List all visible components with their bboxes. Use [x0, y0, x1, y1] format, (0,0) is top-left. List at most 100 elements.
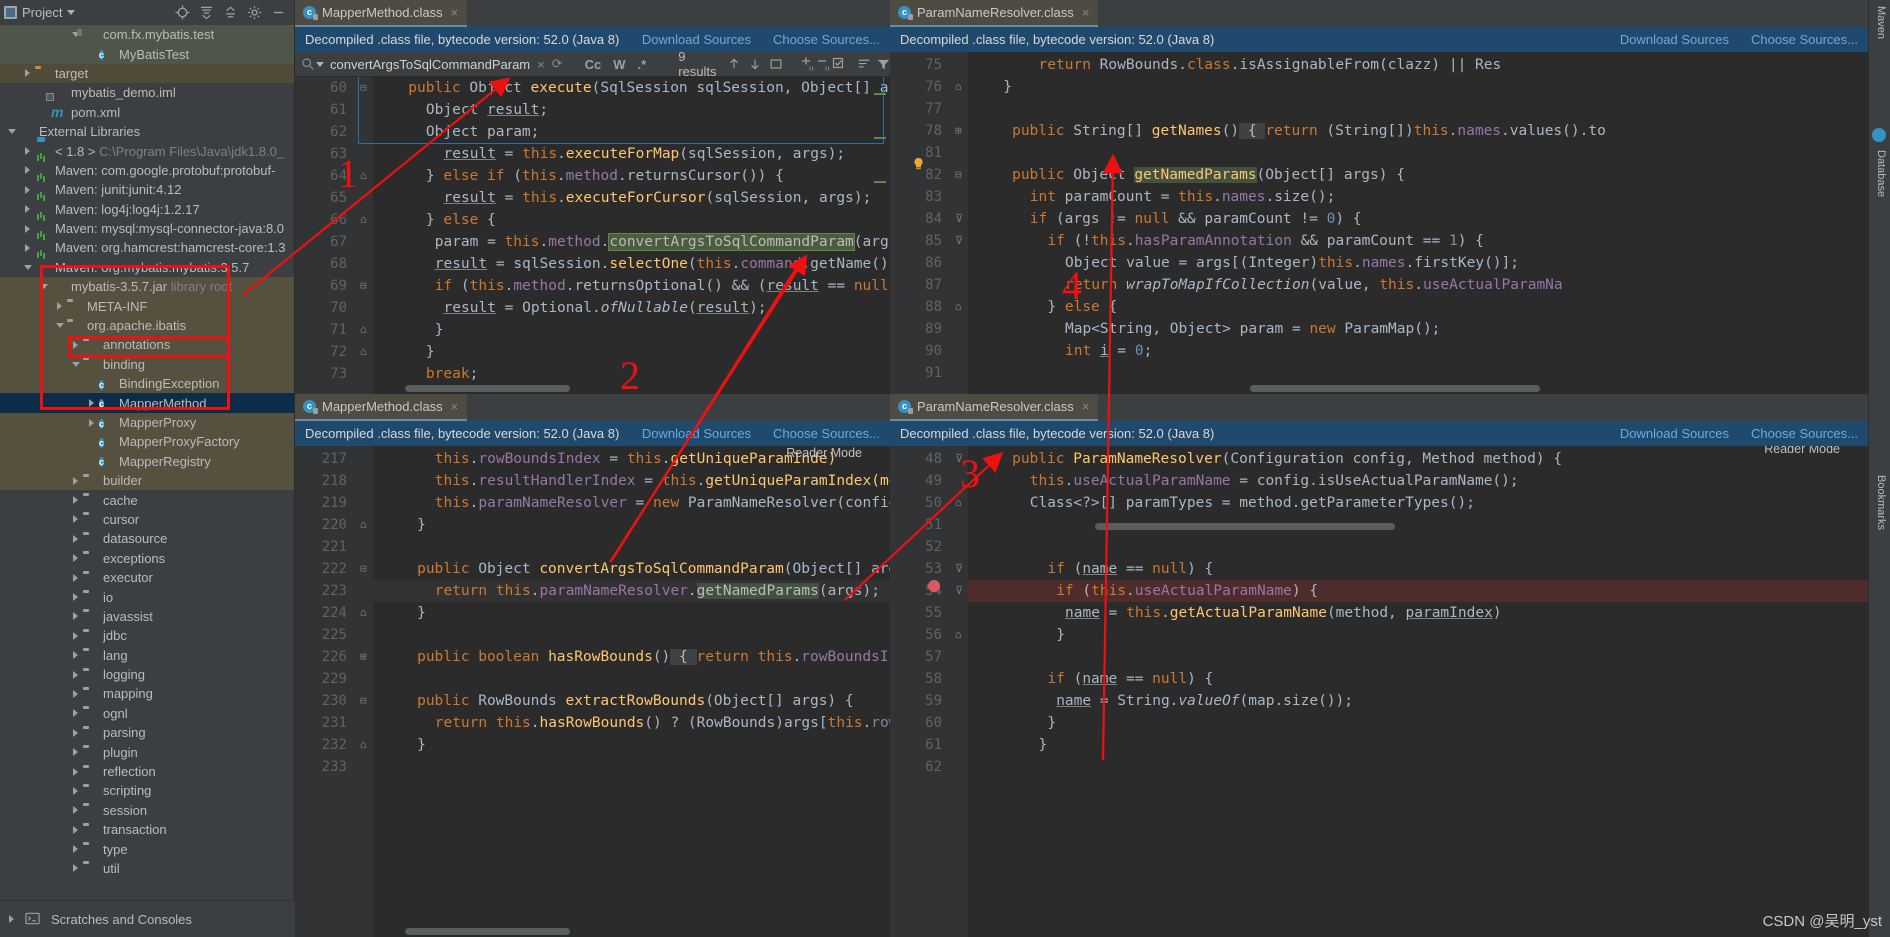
chevron-right-icon[interactable] [70, 747, 81, 758]
choose-sources-link[interactable]: Choose Sources... [1751, 32, 1858, 47]
code-bottom-left[interactable]: 217 218 219 220 221 222 223 224 225 226 229 230 231 2… [295, 446, 890, 937]
reader-mode-label[interactable]: Reader Mode [1764, 446, 1840, 456]
tree-item-reflection[interactable]: reflection [0, 762, 294, 781]
code-line[interactable]: } else { [426, 209, 496, 231]
code-line[interactable]: this.useActualParamName = config.isUseAc… [1030, 470, 1519, 492]
horizontal-scrollbar-bottom-left[interactable] [405, 928, 570, 935]
tree-item-maven-log4j-log4j-1-2-17[interactable]: Maven: log4j:log4j:1.2.17 [0, 200, 294, 219]
regex-toggle[interactable]: .* [638, 57, 647, 72]
close-icon[interactable]: × [1082, 399, 1090, 414]
tab-mapper-method-class-2[interactable]: c MapperMethod.class × [295, 394, 468, 421]
code-line[interactable]: } [1003, 76, 1012, 98]
download-sources-link[interactable]: Download Sources [642, 32, 751, 47]
fold-column-top-right[interactable]: ⌂ ⊞ ⊟ ⊽ ⊽ ⌂ [952, 52, 968, 394]
chevron-right-icon[interactable] [70, 727, 81, 738]
code-line[interactable]: result = this.executeForCursor(sqlSessio… [444, 187, 872, 209]
remove-line-icon[interactable] [815, 55, 831, 73]
code-line[interactable]: this.rowBoundsIndex = this.getUniquePara… [435, 448, 837, 470]
fold-marker-icon[interactable]: ⊟ [360, 562, 367, 575]
code-line[interactable]: Object value = args[(Integer)this.names.… [1065, 252, 1519, 274]
add-line-icon[interactable] [799, 55, 815, 73]
next-match-icon[interactable] [748, 55, 762, 73]
chevron-right-icon[interactable] [22, 223, 33, 234]
chevron-right-icon[interactable] [70, 630, 81, 641]
tree-item-transaction[interactable]: transaction [0, 820, 294, 839]
rail-maven-label[interactable]: Maven [1875, 6, 1887, 39]
tree-item-cursor[interactable]: cursor [0, 510, 294, 529]
fold-marker-icon[interactable]: ⊽ [955, 584, 963, 597]
fold-marker-icon[interactable]: ⌂ [955, 628, 962, 641]
fold-marker-icon[interactable]: ⌂ [360, 345, 367, 358]
code-line[interactable]: public Object convertArgsToSqlCommandPar… [417, 558, 890, 580]
tree-item-session[interactable]: session [0, 801, 294, 820]
rail-database-label[interactable]: Database [1875, 150, 1887, 197]
code-line[interactable]: param = this.method.convertArgsToSqlComm… [435, 231, 890, 253]
fold-marker-icon[interactable]: ⌂ [360, 518, 367, 531]
chevron-right-icon[interactable] [70, 805, 81, 816]
fold-marker-icon[interactable]: ⊽ [955, 234, 963, 247]
chevron-right-icon[interactable] [70, 669, 81, 680]
code-top-left[interactable]: 60 61 62 63 64 65 66 67 68 69 70 71 72 73 ⊟ ⌂ ⌂ ⊟ ⌂ ⌂ publ… [295, 77, 890, 394]
chevron-down-icon[interactable] [6, 126, 17, 137]
chevron-right-icon[interactable] [70, 785, 81, 796]
minimize-icon[interactable] [271, 5, 286, 20]
whole-words-toggle[interactable]: W [613, 57, 625, 72]
code-line[interactable]: name = String.valueOf(map.size()); [1056, 690, 1353, 712]
tree-item-io[interactable]: io [0, 587, 294, 606]
choose-sources-link[interactable]: Choose Sources... [1751, 426, 1858, 441]
chevron-right-icon[interactable] [22, 165, 33, 176]
chevron-right-icon[interactable] [70, 863, 81, 874]
download-sources-link[interactable]: Download Sources [1620, 32, 1729, 47]
history-icon[interactable]: ⟳ [552, 56, 563, 72]
chevron-right-icon[interactable] [70, 514, 81, 525]
search-dropdown-icon[interactable] [316, 61, 324, 67]
tree-item-maven-junit-junit-4-12[interactable]: Maven: junit:junit:4.12 [0, 180, 294, 199]
code-line[interactable]: public ParamNameResolver(Configuration c… [1012, 448, 1562, 470]
code-line[interactable]: } else if (this.method.returnsCursor()) … [426, 165, 784, 187]
code-line[interactable]: result = Optional.ofNullable(result); [444, 297, 767, 319]
code-line[interactable]: public RowBounds extractRowBounds(Object… [417, 690, 854, 712]
search-icon[interactable] [301, 55, 315, 73]
chevron-right-icon[interactable] [70, 844, 81, 855]
tree-item-maven-mysql-mysql-connector-java-8-0[interactable]: Maven: mysql:mysql-connector-java:8.0 [0, 219, 294, 238]
code-line[interactable]: public boolean hasRowBounds() { return t… [417, 646, 890, 668]
tree-item-mybatis-demo-iml[interactable]: mybatis_demo.iml [0, 83, 294, 102]
fold-marker-icon[interactable]: ⌂ [955, 80, 962, 93]
horizontal-scrollbar-bottom-right[interactable] [1095, 523, 1395, 530]
code-line[interactable]: break; [426, 363, 478, 385]
fold-column-bottom-right[interactable]: ⊽ ⌂ ⊽ ⊽ ⌂ [952, 446, 968, 937]
choose-sources-link[interactable]: Choose Sources... [773, 32, 880, 47]
chevron-right-icon[interactable] [70, 688, 81, 699]
tree-item-com-fx-mybatis-test[interactable]: com.fx.mybatis.test [0, 25, 294, 45]
tree-item-executor[interactable]: executor [0, 568, 294, 587]
tree-item-maven-com-google-protobuf-protobuf[interactable]: Maven: com.google.protobuf:protobuf- [0, 161, 294, 180]
chevron-right-icon[interactable] [70, 495, 81, 506]
tree-item-lang[interactable]: lang [0, 646, 294, 665]
chevron-right-icon[interactable] [70, 650, 81, 661]
chevron-right-icon[interactable] [70, 708, 81, 719]
chevron-right-icon[interactable] [70, 766, 81, 777]
fold-marker-icon[interactable]: ⌂ [955, 300, 962, 313]
fold-marker-icon[interactable]: ⊽ [955, 562, 963, 575]
code-line[interactable]: Map<String, Object> param = new ParamMap… [1065, 318, 1440, 340]
horizontal-scrollbar-top-right[interactable] [1250, 385, 1540, 392]
fold-marker-icon[interactable]: ⌂ [360, 323, 367, 336]
sort-icon[interactable] [857, 55, 872, 73]
fold-marker-icon[interactable]: ⌂ [360, 738, 367, 751]
tree-item-util[interactable]: util [0, 859, 294, 878]
chevron-right-icon[interactable] [70, 611, 81, 622]
tree-item-pom-xml[interactable]: m pom.xml [0, 103, 294, 122]
reader-mode-label[interactable]: Reader Mode [786, 446, 862, 460]
code-line[interactable]: } [1039, 734, 1048, 756]
match-case-toggle[interactable]: Cc [585, 57, 602, 72]
filter-icon[interactable] [876, 55, 891, 73]
code-line[interactable]: } [417, 514, 426, 536]
code-line[interactable]: public String[] getNames() { return (Str… [1012, 120, 1606, 142]
code-line[interactable]: if (args != null && paramCount != 0) { [1030, 208, 1362, 230]
target-icon[interactable] [175, 5, 190, 20]
code-line[interactable]: this.resultHandlerIndex = this.getUnique… [435, 470, 890, 492]
chevron-right-icon[interactable] [6, 914, 17, 925]
chevron-down-icon[interactable] [67, 10, 76, 15]
code-line[interactable]: int i = 0; [1065, 340, 1152, 362]
tree-item-jdbc[interactable]: jdbc [0, 626, 294, 645]
